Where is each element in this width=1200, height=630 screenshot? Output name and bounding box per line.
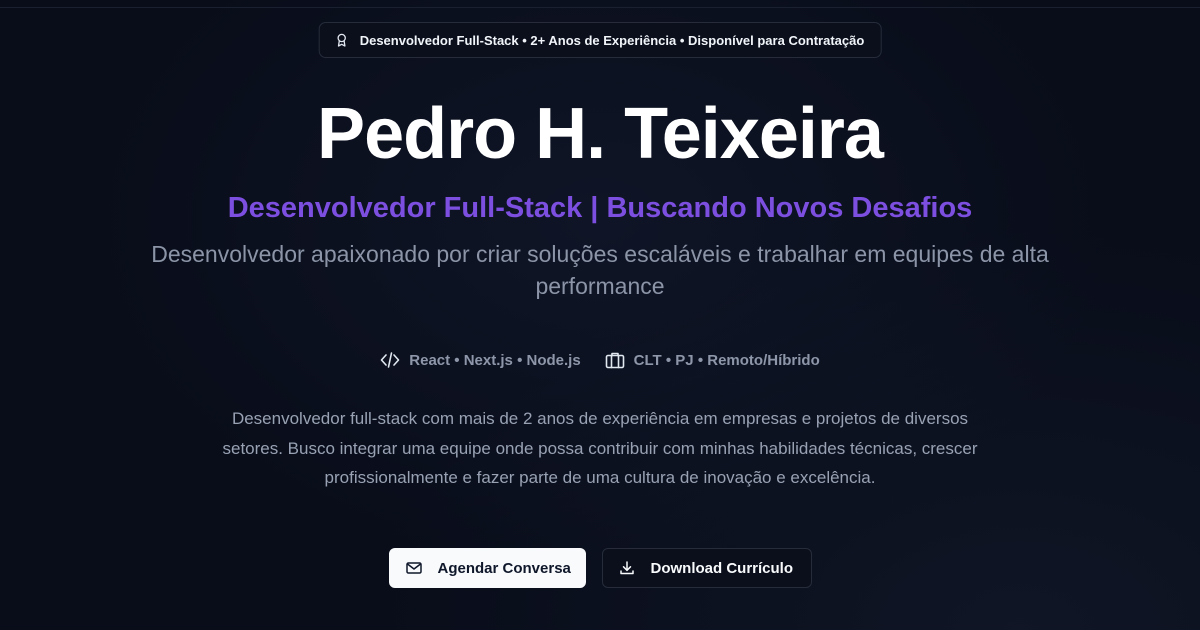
mail-icon — [405, 562, 422, 574]
hero-actions: Agendar Conversa Download Currículo — [0, 548, 1200, 588]
availability-badge-text: Desenvolvedor Full-Stack • 2+ Anos de Ex… — [359, 32, 865, 48]
code-icon — [380, 352, 400, 368]
briefcase-icon — [605, 352, 624, 369]
schedule-call-label: Agendar Conversa — [437, 559, 571, 577]
tech-stack-text: React • Next.js • Node.js — [409, 351, 581, 369]
award-icon — [337, 33, 346, 47]
hero-tagline: Desenvolvedor apaixonado por criar soluç… — [151, 241, 1049, 299]
hero-name: Pedro H. Teixeira — [317, 94, 884, 174]
hero-section: Desenvolvedor Full-Stack • 2+ Anos de Ex… — [0, 0, 1200, 630]
download-icon — [619, 561, 634, 575]
about-paragraph: Desenvolvedor full-stack com mais de 2 a… — [222, 409, 978, 487]
contract-type-item: CLT • PJ • Remoto/Híbrido — [605, 348, 820, 372]
availability-badge: Desenvolvedor Full-Stack • 2+ Anos de Ex… — [318, 22, 882, 58]
contract-type-text: CLT • PJ • Remoto/Híbrido — [633, 351, 820, 369]
meta-row: React • Next.js • Node.js CLT • PJ • Rem… — [0, 348, 1200, 372]
schedule-call-button[interactable]: Agendar Conversa — [388, 548, 586, 588]
hero-role: Desenvolvedor Full-Stack | Buscando Novo… — [227, 192, 973, 224]
download-resume-label: Download Currículo — [650, 559, 794, 577]
tech-stack-item: React • Next.js • Node.js — [380, 348, 581, 372]
download-resume-button[interactable]: Download Currículo — [601, 548, 812, 588]
